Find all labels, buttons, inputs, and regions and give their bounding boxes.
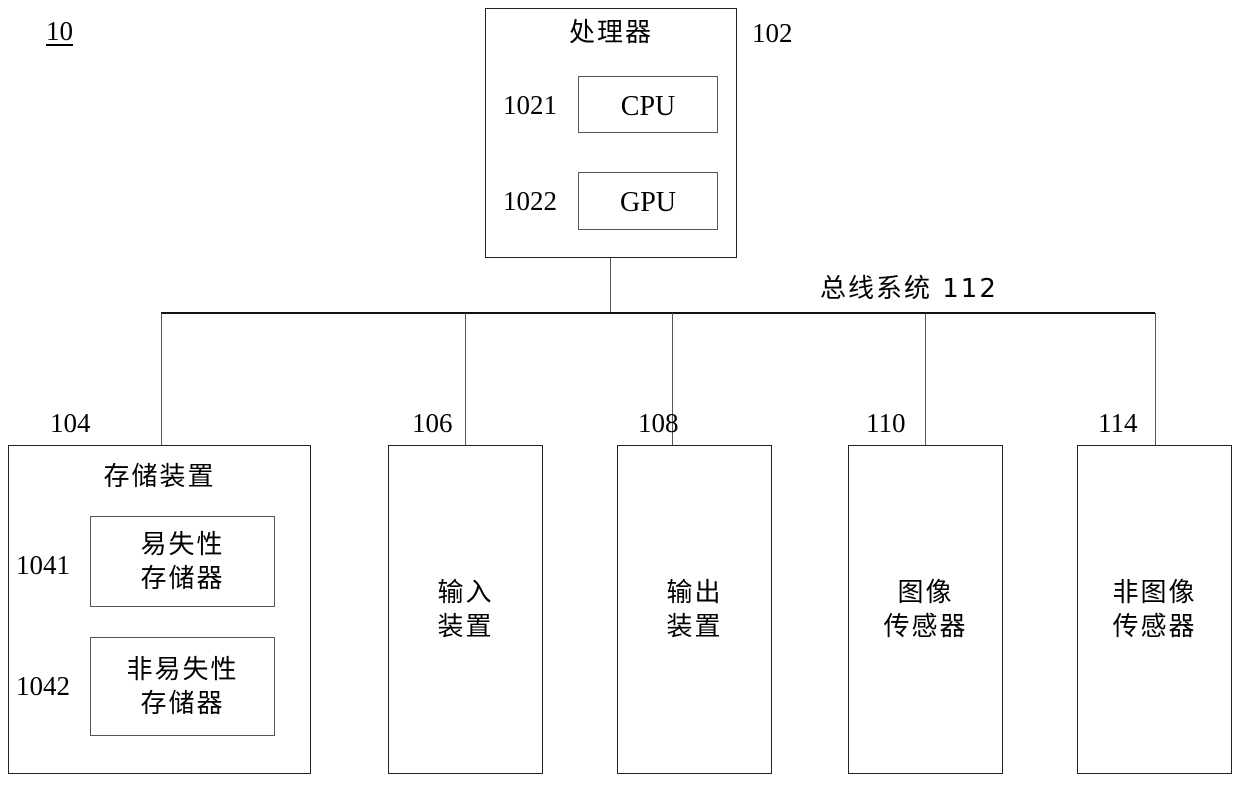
figure-canvas: 10 处理器 102 1021 CPU 1022 GPU 总线系统 112 10… <box>0 0 1240 785</box>
output-device-ref-108: 108 <box>638 408 679 438</box>
image-sensor-label: 图像 传感器 <box>883 577 968 642</box>
figure-number-label: 10 <box>46 16 73 46</box>
image-sensor-ref-110: 110 <box>866 408 906 438</box>
storage-device-ref-104: 104 <box>50 408 91 438</box>
volatile-memory-label: 易失性 存储器 <box>140 529 225 594</box>
gpu-label: GPU <box>619 187 676 218</box>
processor-ref-102: 102 <box>752 18 793 48</box>
input-device-ref-106: 106 <box>412 408 453 438</box>
processor-bus-connector <box>610 258 611 314</box>
volatile-memory-ref-1041: 1041 <box>16 550 70 580</box>
cpu-label: CPU <box>620 91 676 122</box>
bus-drop-line-114 <box>1155 313 1156 445</box>
nonimage-sensor-label: 非图像 传感器 <box>1112 577 1197 642</box>
bus-drop-line-110 <box>925 313 926 445</box>
bus-drop-line-104 <box>161 313 162 445</box>
processor-title: 处理器 <box>568 18 653 48</box>
nonimage-sensor-ref-114: 114 <box>1098 408 1138 438</box>
input-device-label: 输入 装置 <box>437 577 494 642</box>
output-device-label: 输出 装置 <box>666 577 723 642</box>
nonvolatile-memory-label: 非易失性 存储器 <box>126 654 239 719</box>
bus-line <box>161 312 1155 314</box>
nonvolatile-memory-ref-1042: 1042 <box>16 671 70 701</box>
storage-device-title: 存储装置 <box>103 462 216 492</box>
cpu-ref-1021: 1021 <box>503 90 557 120</box>
bus-drop-line-106 <box>465 313 466 445</box>
gpu-ref-1022: 1022 <box>503 186 557 216</box>
bus-system-label: 总线系统 112 <box>820 274 998 304</box>
